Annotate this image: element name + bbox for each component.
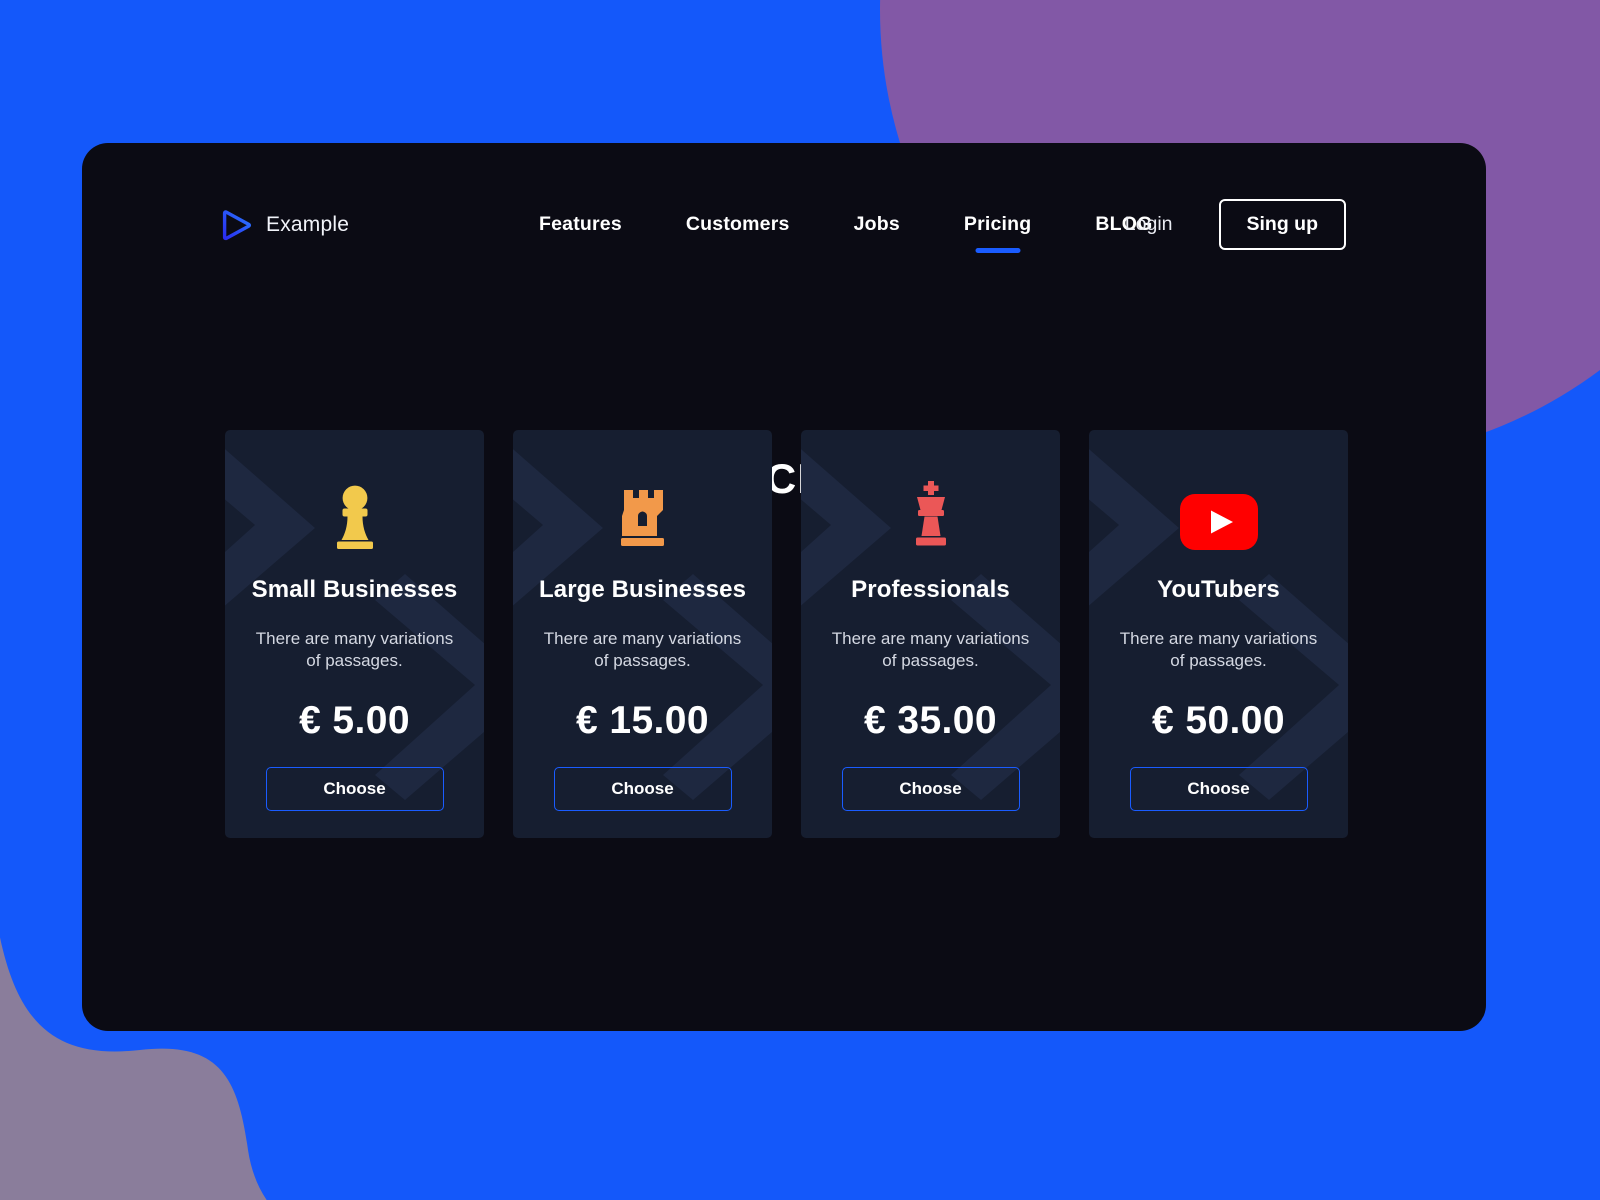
- nav-item-pricing[interactable]: Pricing: [932, 213, 1064, 253]
- choose-button[interactable]: Choose: [841, 766, 1020, 811]
- card-title: Large Businesses: [538, 576, 747, 603]
- chess-king-icon: [915, 481, 946, 546]
- card-description: There are many variations of passages.: [543, 629, 742, 671]
- choose-button[interactable]: Choose: [265, 766, 444, 811]
- card-icon-wrapper: [911, 478, 951, 550]
- nav-item-label: Customers: [685, 213, 790, 235]
- brand[interactable]: Example: [222, 209, 349, 241]
- nav-item-customers[interactable]: Customers: [654, 213, 822, 236]
- active-nav-underline: [975, 248, 1021, 253]
- card-description: There are many variations of passages.: [255, 629, 454, 671]
- play-triangle-logo-icon: [222, 209, 251, 240]
- pricing-card-professionals[interactable]: Professionals There are many variations …: [801, 430, 1060, 838]
- app-panel: Example Features Customers Jobs Pricing …: [82, 143, 1486, 1031]
- choose-button[interactable]: Choose: [1129, 766, 1308, 811]
- card-title: Professionals: [851, 576, 1010, 603]
- pricing-card-youtubers[interactable]: YouTubers There are many variations of p…: [1089, 430, 1348, 838]
- chess-rook-icon: [620, 490, 664, 546]
- card-title: YouTubers: [1157, 576, 1280, 603]
- chess-pawn-icon: [336, 485, 373, 549]
- pricing-card-small-businesses[interactable]: Small Businesses There are many variatio…: [225, 430, 484, 838]
- nav-item-label: Jobs: [853, 213, 900, 235]
- signup-button[interactable]: Sing up: [1218, 199, 1346, 250]
- nav-item-label: Pricing: [963, 213, 1032, 235]
- card-description: There are many variations of passages.: [831, 629, 1030, 671]
- choose-button[interactable]: Choose: [553, 766, 732, 811]
- card-title: Small Businesses: [251, 576, 458, 603]
- nav-item-features[interactable]: Features: [507, 213, 654, 236]
- login-link[interactable]: Login: [1125, 213, 1173, 236]
- card-icon-wrapper: [1179, 478, 1258, 550]
- pricing-card-list: Small Businesses There are many variatio…: [225, 430, 1348, 838]
- nav-actions: Login Sing up: [1125, 199, 1346, 250]
- card-price: € 5.00: [299, 698, 410, 742]
- nav-item-jobs[interactable]: Jobs: [822, 213, 932, 236]
- card-icon-wrapper: [333, 478, 377, 550]
- card-description: There are many variations of passages.: [1119, 629, 1318, 671]
- nav-links: Features Customers Jobs Pricing BLOG: [507, 213, 1185, 253]
- pricing-card-large-businesses[interactable]: Large Businesses There are many variatio…: [513, 430, 772, 838]
- brand-name: Example: [266, 212, 350, 236]
- card-price: € 35.00: [864, 698, 997, 742]
- top-navigation-bar: Example Features Customers Jobs Pricing …: [82, 143, 1486, 306]
- card-price: € 15.00: [576, 698, 709, 742]
- card-icon-wrapper: [618, 478, 668, 550]
- youtube-logo-icon: [1179, 494, 1258, 550]
- card-price: € 50.00: [1152, 698, 1285, 742]
- nav-item-label: Features: [539, 213, 622, 235]
